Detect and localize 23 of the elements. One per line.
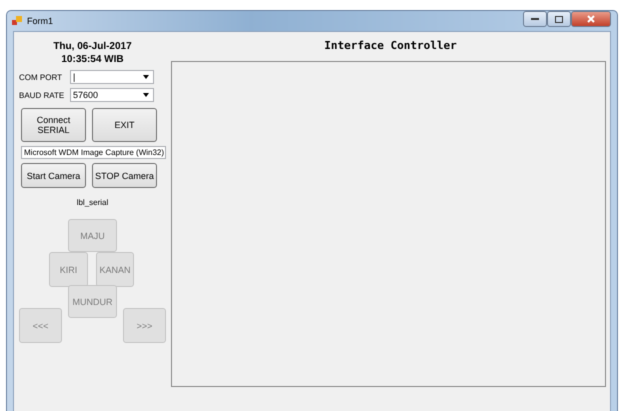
- exit-button[interactable]: EXIT: [92, 108, 157, 142]
- close-icon: [587, 15, 595, 23]
- dropdown-arrow-icon: [143, 75, 149, 79]
- com-port-label: COM PORT: [19, 72, 63, 82]
- time-label: 10:35:54 WIB: [60, 53, 125, 66]
- app-heading: Interface Controller: [323, 39, 458, 52]
- camera-button[interactable]: Start Camera: [21, 163, 86, 188]
- minimize-icon: [531, 18, 539, 20]
- camera-device-field[interactable]: Microsoft WDM Image Capture (Win32): [21, 146, 166, 159]
- camera-button[interactable]: STOP Camera: [92, 163, 157, 188]
- connect-button[interactable]: Connect SERIAL: [21, 108, 86, 142]
- close-button[interactable]: [571, 11, 611, 27]
- minimize-button[interactable]: [523, 11, 547, 27]
- maximize-button[interactable]: [547, 11, 571, 27]
- com-port-dropdown[interactable]: |: [70, 70, 154, 84]
- window-title: Form1: [27, 16, 54, 26]
- baud-rate-label: BAUD RATE: [19, 90, 66, 100]
- app-icon: [11, 15, 23, 27]
- maximize-icon: [555, 16, 563, 22]
- dropdown-arrow-icon: [143, 93, 149, 97]
- serial-status-label: lbl_serial: [76, 198, 110, 207]
- date-label: Thu, 06-Jul-2017: [52, 40, 133, 53]
- baud-rate-dropdown[interactable]: 57600: [70, 88, 154, 102]
